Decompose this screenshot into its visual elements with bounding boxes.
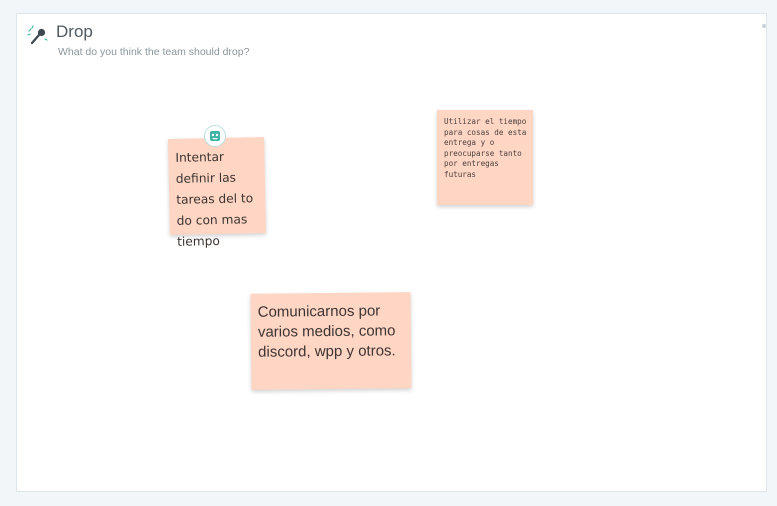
sticky-note[interactable]: Utilizar el tiempo para cosas de esta en…: [437, 110, 533, 205]
avatar-icon[interactable]: [204, 125, 226, 147]
corner-handle: [762, 24, 766, 28]
sticky-note-text: Comunicarnos por varios medios, como dis…: [257, 302, 396, 361]
retro-board-column: Drop What do you think the team should d…: [16, 13, 767, 492]
section-subtitle: What do you think the team should drop?: [58, 46, 250, 58]
sticky-note[interactable]: Comunicarnos por varios medios, como dis…: [250, 292, 412, 390]
microphone-drop-icon: [27, 25, 49, 47]
section-title: Drop: [56, 22, 93, 41]
sticky-note[interactable]: Intentar definir las tareas del to do co…: [168, 137, 266, 249]
sticky-note-text: Utilizar el tiempo para cosas de esta en…: [444, 117, 527, 179]
